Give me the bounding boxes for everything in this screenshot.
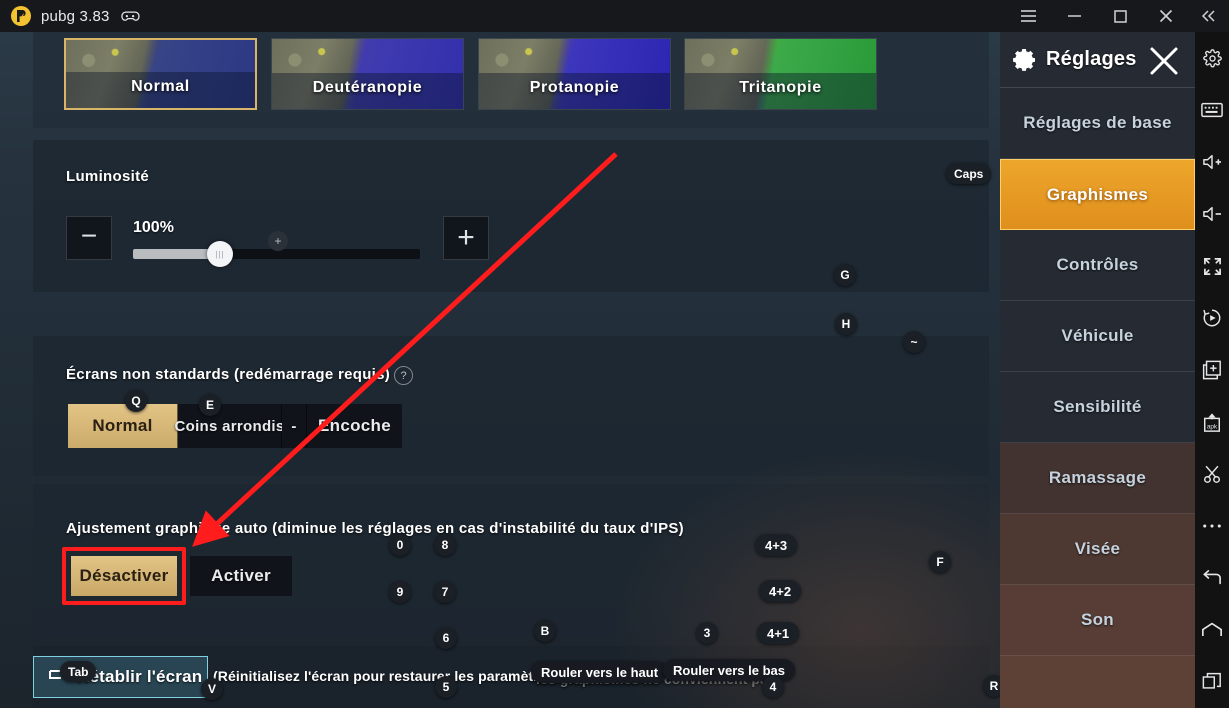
help-icon[interactable]: ? (394, 366, 413, 385)
colorblind-card-label: Tritanopie (739, 79, 822, 96)
recent-apps-icon[interactable] (1195, 656, 1229, 708)
key-badge[interactable]: 5 (435, 676, 457, 698)
key-badge[interactable]: 4+1 (757, 622, 800, 644)
gamepad-icon (119, 9, 141, 24)
gear-icon (1012, 47, 1038, 73)
colorblind-card-label: Normal (131, 78, 190, 95)
key-badge[interactable]: 4+3 (755, 534, 798, 556)
nonstandard-screens-title: Écrans non standards (redémarrage requis… (66, 366, 391, 383)
scissors-icon[interactable] (1195, 448, 1229, 500)
key-badge[interactable]: 6 (435, 627, 457, 649)
install-apk-icon[interactable]: apk (1195, 396, 1229, 448)
close-x-icon[interactable] (1147, 44, 1181, 78)
double-chevron-left-icon[interactable] (1189, 0, 1229, 32)
key-badge[interactable]: ~ (903, 331, 925, 353)
svg-text:apk: apk (1207, 423, 1218, 430)
settings-menu-item-sound[interactable]: Son (1000, 585, 1195, 656)
maximize-icon[interactable] (1097, 0, 1143, 32)
key-badge[interactable]: Q (125, 390, 147, 412)
key-badge[interactable]: Tab (60, 661, 97, 682)
help-label: ? (400, 369, 407, 382)
colorblind-card-tritanopia[interactable]: Tritanopie (684, 38, 877, 110)
brightness-decrease-button[interactable]: − (66, 216, 112, 260)
plus-icon: + (457, 221, 475, 254)
minus-icon: − (80, 220, 98, 251)
settings-panel-title: Réglages (1046, 48, 1137, 70)
colorblind-card-protanopia[interactable]: Protanopie (478, 38, 671, 110)
home-icon[interactable] (1195, 604, 1229, 656)
settings-menu-item-graphics[interactable]: Graphismes (1000, 159, 1195, 230)
screen-mode-rounded-corners[interactable]: Coins arrondis (174, 404, 284, 448)
back-arrow-icon[interactable] (1195, 552, 1229, 604)
gear-icon[interactable] (1195, 32, 1229, 84)
screen-mode-separator[interactable]: - (282, 404, 307, 448)
key-badge[interactable]: 7 (434, 581, 456, 603)
screen-mode-segment-group: Normal Coins arrondis - Encoche (68, 404, 402, 448)
pubg-logo-icon (10, 5, 32, 27)
key-badge[interactable]: Rouler vers le haut (531, 661, 669, 683)
settings-menu-item-extra[interactable] (1000, 656, 1195, 708)
screen-mode-normal[interactable]: Normal (68, 404, 178, 448)
window-titlebar: pubg 3.83 (0, 0, 1229, 32)
auto-graphics-disable-button[interactable]: Désactiver (71, 556, 177, 596)
key-badge[interactable]: 3 (696, 622, 718, 644)
record-play-icon[interactable] (1195, 292, 1229, 344)
minimize-icon[interactable] (1051, 0, 1097, 32)
settings-menu-item-aim[interactable]: Visée (1000, 514, 1195, 585)
settings-menu-item-sensitivity[interactable]: Sensibilité (1000, 372, 1195, 443)
colorblind-card-normal[interactable]: Normal (64, 38, 257, 110)
colorblind-card-label: Deutéranopie (312, 79, 423, 96)
key-badge[interactable]: Caps (946, 163, 992, 184)
colorblind-preview-panel: Normal Deutéranopie Protanopie Tritanopi… (33, 32, 989, 128)
more-dots-icon[interactable] (1195, 500, 1229, 552)
brightness-slider-plus-marker[interactable]: + (268, 231, 288, 251)
brightness-value: 100% (133, 219, 174, 236)
key-badge[interactable]: V (201, 678, 223, 700)
colorblind-card-label: Protanopie (529, 79, 620, 96)
app-root: pubg 3.83 Normal Deutéranopie Protanopie… (0, 0, 1229, 708)
keyboard-icon[interactable] (1195, 84, 1229, 136)
volume-up-icon[interactable] (1195, 136, 1229, 188)
plus-marker-label: + (274, 234, 282, 248)
settings-menu-item-basic[interactable]: Réglages de base (1000, 88, 1195, 159)
key-badge[interactable]: G (834, 264, 856, 286)
brightness-title: Luminosité (66, 168, 150, 185)
colorblind-card-deuteranopia[interactable]: Deutéranopie (271, 38, 464, 110)
settings-panel-header: Réglages (1000, 32, 1195, 88)
key-badge[interactable]: 4+2 (759, 580, 802, 602)
reset-screen-button[interactable]: Rétablir l'écran (33, 656, 208, 698)
auto-graphics-enable-button[interactable]: Activer (190, 556, 292, 596)
volume-down-icon[interactable] (1195, 188, 1229, 240)
settings-menu-item-pickup[interactable]: Ramassage (1000, 443, 1195, 514)
window-title: pubg 3.83 (41, 7, 110, 25)
settings-panel: Réglages Réglages de base Graphismes Con… (1000, 32, 1195, 708)
auto-graphics-title: Ajustement graphique auto (diminue les r… (66, 520, 684, 537)
colorblind-card-row: Normal Deutéranopie Protanopie Tritanopi… (33, 32, 989, 128)
reset-screen-panel: Rétablir l'écran (Réinitialisez l'écran … (33, 646, 989, 708)
key-badge[interactable]: 0 (389, 534, 411, 556)
settings-menu-list: Réglages de base Graphismes Contrôles Vé… (1000, 88, 1195, 708)
key-badge[interactable]: 4 (762, 676, 784, 698)
key-badge[interactable]: E (199, 394, 221, 416)
key-badge[interactable]: 9 (389, 581, 411, 603)
auto-graphics-panel: Ajustement graphique auto (diminue les r… (33, 484, 989, 636)
key-badge[interactable]: B (534, 620, 556, 642)
key-badge[interactable]: F (929, 551, 951, 573)
settings-menu-item-controls[interactable]: Contrôles (1000, 230, 1195, 301)
key-badge[interactable]: H (835, 313, 857, 335)
hamburger-menu-icon[interactable] (1005, 0, 1051, 32)
screen-mode-notch[interactable]: Encoche (307, 404, 402, 448)
game-viewport: Normal Deutéranopie Protanopie Tritanopi… (0, 32, 1000, 708)
brightness-slider-fill (133, 249, 211, 259)
settings-menu-item-vehicle[interactable]: Véhicule (1000, 301, 1195, 372)
brightness-slider-knob[interactable] (207, 241, 233, 267)
emulator-sidebar-toolbar: apk (1195, 32, 1229, 708)
nonstandard-screens-panel: Écrans non standards (redémarrage requis… (33, 336, 989, 476)
key-badge[interactable]: 8 (434, 534, 456, 556)
add-window-icon[interactable] (1195, 344, 1229, 396)
brightness-increase-button[interactable]: + (443, 216, 489, 260)
close-icon[interactable] (1143, 0, 1189, 32)
fullscreen-icon[interactable] (1195, 240, 1229, 292)
